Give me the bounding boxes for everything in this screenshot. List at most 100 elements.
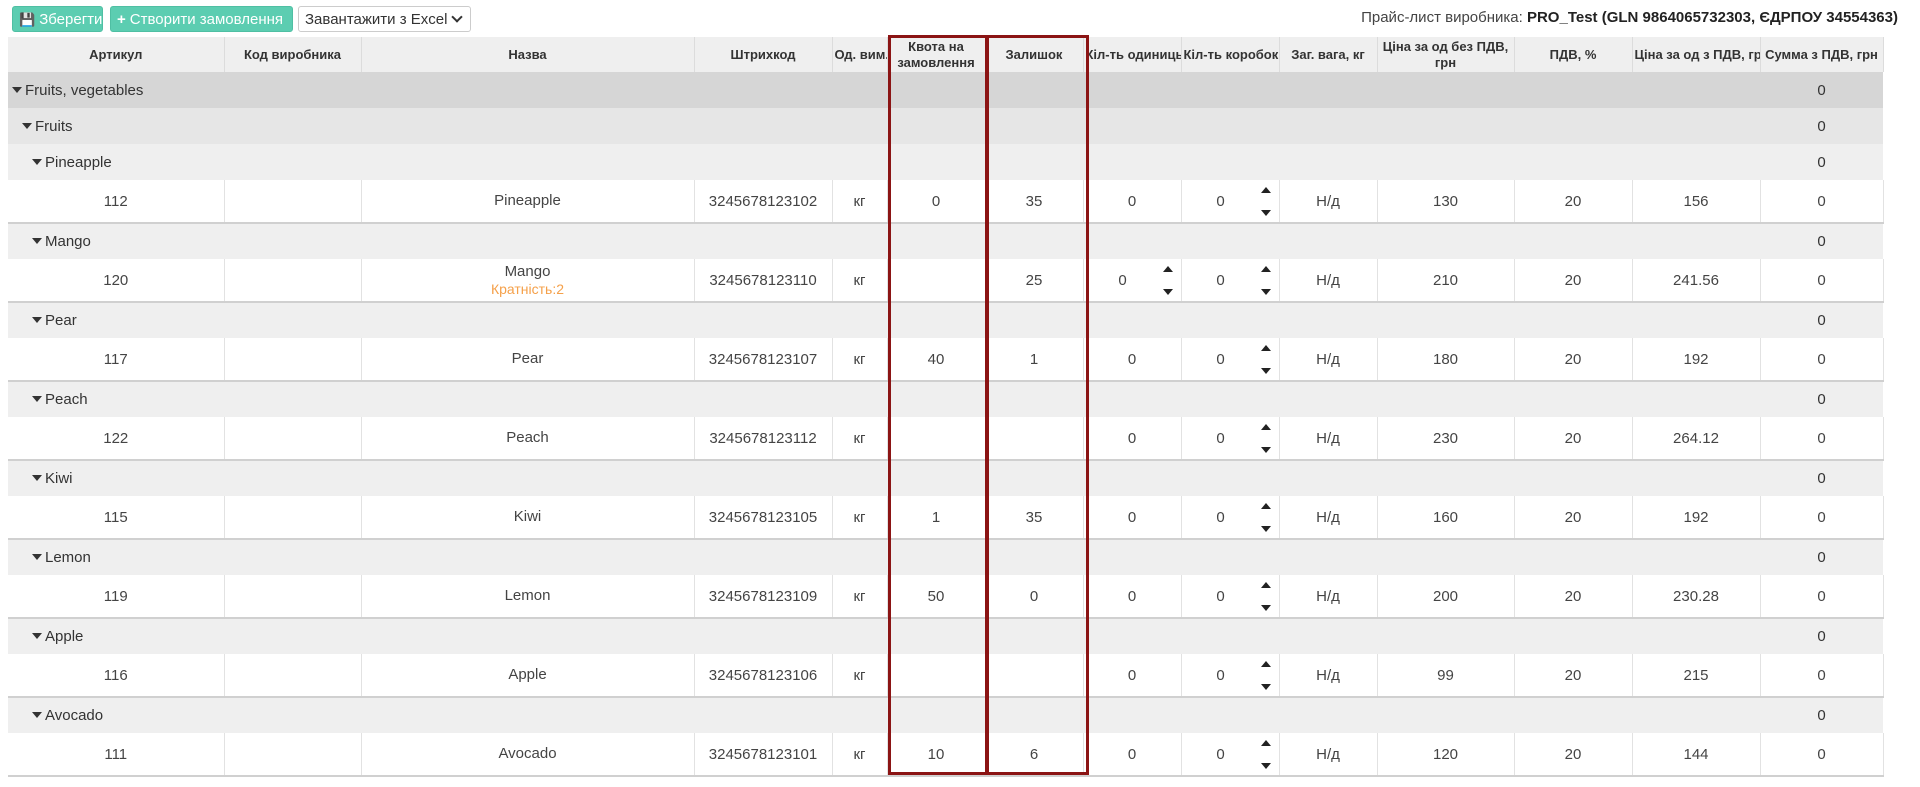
qty-boxes-cell[interactable]: 0 [1181,733,1280,777]
table-row[interactable]: 120 Mango Кратність:2 3245678123110 кг 25 0 0 Н/… [8,259,1884,303]
qty-units-value[interactable]: 0 [1118,272,1126,289]
qty-boxes-value[interactable]: 0 [1216,193,1224,210]
qty-units-value[interactable]: 0 [1128,351,1136,368]
qty-boxes-cell[interactable]: 0 [1181,496,1280,540]
create-order-button[interactable]: + Створити замовлення [110,6,293,32]
qty-boxes-value[interactable]: 0 [1216,272,1224,289]
col-header-qty-units[interactable]: Кіл-ть одиниць [1083,37,1182,72]
increment-arrow-icon[interactable] [1260,345,1271,351]
decrement-arrow-icon[interactable] [1162,289,1173,295]
qty-boxes-cell[interactable]: 0 [1181,654,1280,698]
col-header-name[interactable]: Назва [361,37,695,72]
group-row-level3[interactable]: Peach 0 [8,381,1883,417]
decrement-arrow-icon[interactable] [1260,605,1271,611]
table-row[interactable]: 119 Lemon 3245678123109 кг 50 0 0 0 Н/д 200 20 230.… [8,575,1884,619]
group-toggle[interactable]: Kiwi [8,460,1760,496]
decrement-arrow-icon[interactable] [1260,684,1271,690]
stepper[interactable] [1260,580,1271,613]
caret-down-icon[interactable] [32,396,42,402]
group-row-level3[interactable]: Apple 0 [8,618,1883,654]
caret-down-icon[interactable] [32,633,42,639]
qty-units-value[interactable]: 0 [1128,509,1136,526]
qty-boxes-value[interactable]: 0 [1216,430,1224,447]
decrement-arrow-icon[interactable] [1260,210,1271,216]
qty-units-value[interactable]: 0 [1128,746,1136,763]
increment-arrow-icon[interactable] [1260,266,1271,272]
group-row-level3[interactable]: Mango 0 [8,223,1883,259]
group-toggle[interactable]: Peach [8,381,1760,417]
decrement-arrow-icon[interactable] [1260,447,1271,453]
caret-down-icon[interactable] [32,475,42,481]
increment-arrow-icon[interactable] [1260,424,1271,430]
col-header-barcode[interactable]: Штрихкод [694,37,833,72]
table-row[interactable]: 111 Avocado 3245678123101 кг 10 6 0 0 Н/д 120 20 14… [8,733,1884,777]
increment-arrow-icon[interactable] [1260,503,1271,509]
col-header-vat[interactable]: ПДВ, % [1514,37,1633,72]
caret-down-icon[interactable] [12,86,22,93]
col-header-stock[interactable]: Залишок [985,37,1084,72]
table-row[interactable]: 115 Kiwi 3245678123105 кг 1 35 0 0 Н/д 160 20 192 0 [8,496,1884,540]
caret-down-icon[interactable] [32,712,42,718]
decrement-arrow-icon[interactable] [1260,526,1271,532]
col-header-mfr-code[interactable]: Код виробника [224,37,362,72]
increment-arrow-icon[interactable] [1260,661,1271,667]
increment-arrow-icon[interactable] [1260,740,1271,746]
stepper[interactable] [1260,738,1271,771]
qty-units-value[interactable]: 0 [1128,588,1136,605]
col-header-qty-boxes[interactable]: Кіл-ть коробок [1181,37,1280,72]
stepper[interactable] [1260,501,1271,534]
qty-boxes-cell[interactable]: 0 [1181,417,1280,461]
decrement-arrow-icon[interactable] [1260,763,1271,769]
caret-down-icon[interactable] [22,122,32,129]
col-header-weight[interactable]: Заг. вага, кг [1279,37,1378,72]
qty-units-cell[interactable]: 0 [1083,575,1182,619]
qty-boxes-cell[interactable]: 0 [1181,575,1280,619]
col-header-article[interactable]: Артикул [8,37,225,72]
qty-boxes-value[interactable]: 0 [1216,509,1224,526]
group-row-level3[interactable]: Kiwi 0 [8,460,1883,496]
increment-arrow-icon[interactable] [1260,187,1271,193]
qty-boxes-value[interactable]: 0 [1216,588,1224,605]
group-toggle[interactable]: Fruits [8,108,1760,144]
stepper[interactable] [1260,264,1271,297]
stepper[interactable] [1162,264,1173,297]
table-row[interactable]: 112 Pineapple 3245678123102 кг 0 35 0 0 Н/д 130 20… [8,180,1884,224]
group-row-level1[interactable]: Fruits, vegetables 0 [8,72,1883,108]
group-row-level3[interactable]: Pear 0 [8,302,1883,338]
caret-down-icon[interactable] [32,317,42,323]
increment-arrow-icon[interactable] [1162,266,1173,272]
group-toggle[interactable]: Pineapple [8,144,1760,180]
qty-boxes-value[interactable]: 0 [1216,667,1224,684]
table-row[interactable]: 116 Apple 3245678123106 кг 0 0 Н/д 99 20 215 0 [8,654,1884,698]
qty-boxes-cell[interactable]: 0 [1181,180,1280,224]
decrement-arrow-icon[interactable] [1260,368,1271,374]
save-button[interactable]: 💾 Зберегти [12,6,103,32]
col-header-price-no-vat[interactable]: Ціна за од без ПДВ, грн [1377,37,1515,72]
group-row-level3[interactable]: Pineapple 0 [8,144,1883,180]
qty-boxes-cell[interactable]: 0 [1181,259,1280,303]
caret-down-icon[interactable] [32,158,42,165]
decrement-arrow-icon[interactable] [1260,289,1271,295]
caret-down-icon[interactable] [32,238,42,244]
qty-units-cell[interactable]: 0 [1083,496,1182,540]
qty-units-value[interactable]: 0 [1128,193,1136,210]
qty-units-value[interactable]: 0 [1128,667,1136,684]
qty-boxes-value[interactable]: 0 [1216,351,1224,368]
group-toggle[interactable]: Lemon [8,539,1760,575]
stepper[interactable] [1260,343,1271,376]
group-toggle[interactable]: Pear [8,302,1760,338]
stepper[interactable] [1260,422,1271,455]
qty-units-cell[interactable]: 0 [1083,654,1182,698]
qty-units-cell[interactable]: 0 [1083,338,1182,382]
group-toggle[interactable]: Apple [8,618,1760,654]
caret-down-icon[interactable] [32,554,42,560]
col-header-sum-vat[interactable]: Сумма з ПДВ, грн [1760,37,1884,72]
qty-units-value[interactable]: 0 [1128,430,1136,447]
qty-boxes-cell[interactable]: 0 [1181,338,1280,382]
stepper[interactable] [1260,659,1271,692]
upload-excel-dropdown[interactable]: Завантажити з Excel [298,6,471,32]
qty-units-cell[interactable]: 0 [1083,180,1182,224]
qty-units-cell[interactable]: 0 [1083,733,1182,777]
stepper[interactable] [1260,185,1271,218]
qty-units-cell[interactable]: 0 [1083,259,1182,303]
